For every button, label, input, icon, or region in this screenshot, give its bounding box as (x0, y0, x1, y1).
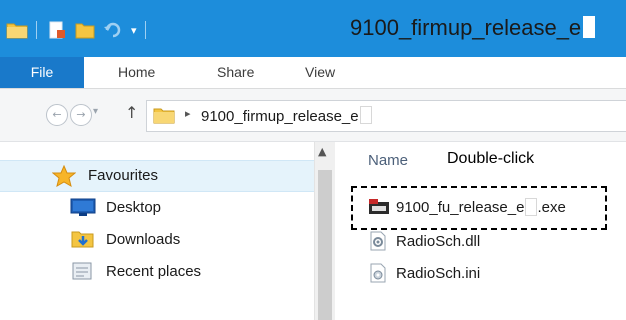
navigation-pane: Favourites Desktop Downloads Recent plac… (0, 142, 315, 320)
nav-item-recent-places[interactable]: Recent places (70, 258, 201, 284)
toolbar-separator (144, 21, 146, 39)
scroll-up-chevron-icon[interactable]: ▲ (318, 145, 326, 158)
up-arrow-icon: ↑ (125, 103, 139, 122)
ribbon-tabs: File Home Share View (0, 57, 626, 89)
downloads-folder-icon (70, 229, 96, 249)
redacted-mark (525, 198, 538, 216)
ini-file-icon (368, 263, 388, 283)
navigation-pane-scrollbar[interactable]: ▲ (314, 142, 335, 320)
new-folder-button[interactable] (73, 20, 97, 40)
forward-arrow-icon: → (76, 108, 86, 121)
file-item-dll[interactable]: RadioSch.dll (368, 228, 480, 254)
explorer-window: ▾ 9100_firmup_release_e File Home Share … (0, 0, 626, 320)
column-header-name[interactable]: Name (368, 152, 408, 169)
title-bar: ▾ 9100_firmup_release_e (0, 0, 626, 57)
undo-icon (104, 22, 121, 38)
address-bar[interactable]: ▸ 9100_firmup_release_e (146, 100, 626, 132)
back-button[interactable]: ← (46, 104, 68, 126)
navigation-bar: ← → ▾ ↑ ▸ 9100_firmup_release_e (0, 89, 626, 142)
new-folder-icon (75, 23, 95, 39)
redacted-mark (359, 106, 372, 124)
recent-places-icon (70, 261, 96, 281)
customize-toolbar-chevron-icon[interactable]: ▾ (131, 24, 137, 37)
toolbar-separator (36, 21, 37, 39)
nav-item-desktop[interactable]: Desktop (70, 194, 161, 220)
up-button[interactable]: ↑ (125, 103, 138, 122)
undo-button[interactable] (101, 20, 125, 40)
folder-icon (6, 21, 28, 39)
desktop-icon (70, 197, 96, 217)
star-icon (51, 164, 78, 188)
file-item-ini[interactable]: RadioSch.ini (368, 260, 480, 286)
tab-home[interactable]: Home (118, 57, 155, 88)
quick-access-toolbar: ▾ (6, 18, 154, 42)
nav-item-favourites[interactable]: Favourites (51, 162, 158, 188)
breadcrumb-segment[interactable]: 9100_firmup_release_e (201, 106, 372, 125)
tab-share[interactable]: Share (217, 57, 254, 88)
double-click-annotation: Double-click (447, 150, 535, 167)
forward-button[interactable]: → (70, 104, 92, 126)
redacted-mark (583, 16, 596, 38)
breadcrumb-chevron-icon[interactable]: ▸ (185, 107, 191, 120)
scrollbar-thumb[interactable] (318, 170, 332, 320)
nav-item-downloads[interactable]: Downloads (70, 226, 180, 252)
tab-view[interactable]: View (305, 57, 335, 88)
properties-icon (49, 21, 65, 39)
folder-icon (153, 106, 175, 124)
file-item-exe[interactable]: 9100_fu_release_e .exe (368, 194, 566, 220)
back-arrow-icon: ← (52, 108, 62, 121)
recent-locations-chevron-icon[interactable]: ▾ (93, 106, 98, 117)
dll-file-icon (368, 231, 388, 251)
properties-button[interactable] (45, 20, 69, 40)
installer-exe-icon (368, 197, 389, 217)
file-list: Name Double-click 9100_fu_release_e .exe … (335, 142, 626, 320)
window-title: 9100_firmup_release_e (350, 15, 596, 41)
tab-file[interactable]: File (0, 57, 84, 88)
